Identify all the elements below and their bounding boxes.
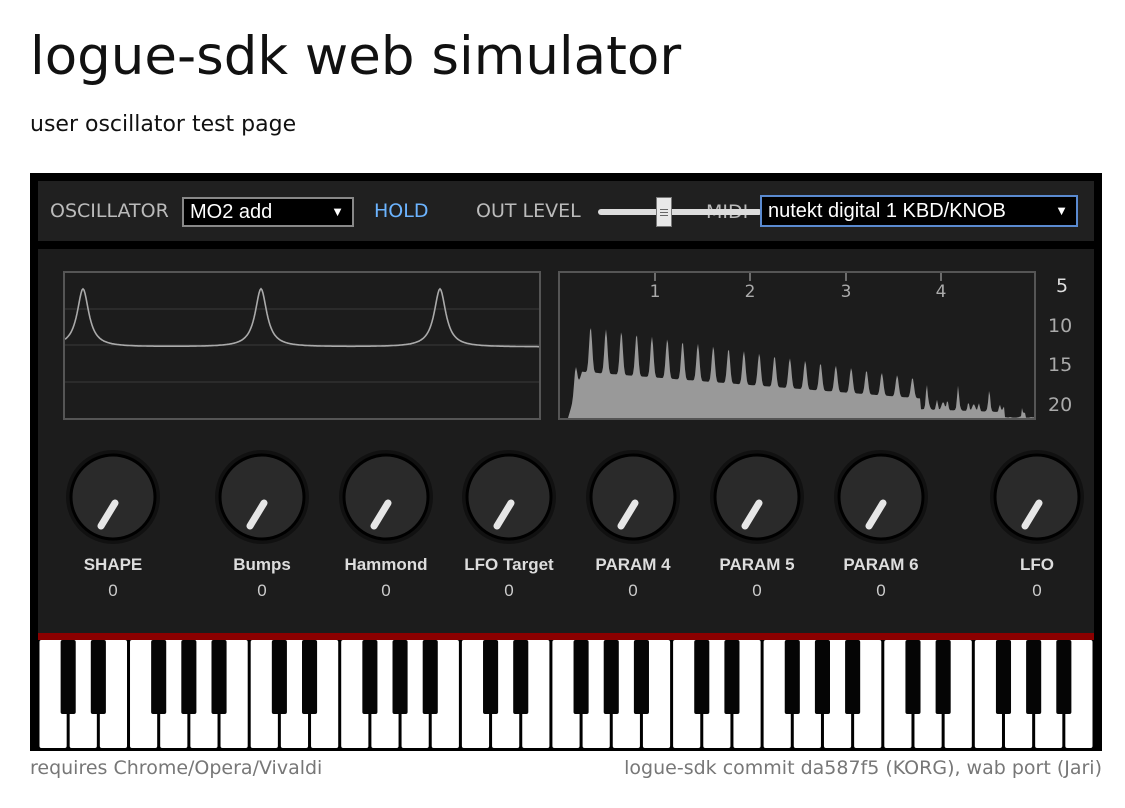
knob-label: LFO Target — [464, 555, 554, 574]
black-key[interactable] — [814, 640, 830, 714]
midi-select[interactable]: nutekt digital 1 KBD/KNOB ▼ — [760, 195, 1078, 227]
black-key[interactable] — [1026, 640, 1042, 714]
keyboard-top-bar — [38, 633, 1094, 640]
black-key[interactable] — [935, 640, 951, 714]
knob-value: 0 — [381, 581, 391, 600]
oscillator-label: OSCILLATOR — [50, 200, 169, 222]
knob-value: 0 — [257, 581, 267, 600]
spectrum-y-tick: 5 — [1056, 275, 1069, 297]
out-level-slider-thumb[interactable] — [655, 197, 672, 227]
knob-param-6[interactable]: PARAM 6 0 — [821, 449, 941, 601]
synth-panel: OSCILLATOR MO2 add ▼ HOLD OUT LEVEL MIDI… — [30, 173, 1102, 751]
midi-select-value: nutekt digital 1 KBD/KNOB — [768, 200, 1006, 222]
page-subtitle: user oscillator test page — [30, 112, 297, 137]
black-key[interactable] — [181, 640, 197, 714]
black-key[interactable] — [845, 640, 861, 714]
black-key[interactable] — [784, 640, 800, 714]
knob-label: PARAM 4 — [595, 555, 671, 574]
spectrum-y-tick: 15 — [1048, 354, 1073, 376]
knob-param-4[interactable]: PARAM 4 0 — [573, 449, 693, 601]
black-key[interactable] — [694, 640, 710, 714]
knob-value: 0 — [504, 581, 514, 600]
waveform-graph — [64, 287, 539, 383]
knob-dial[interactable] — [461, 449, 557, 545]
black-key[interactable] — [392, 640, 408, 714]
black-key[interactable] — [483, 640, 499, 714]
chevron-down-icon: ▼ — [331, 204, 344, 219]
black-key[interactable] — [905, 640, 921, 714]
oscillator-select[interactable]: MO2 add ▼ — [182, 197, 354, 227]
black-key[interactable] — [724, 640, 740, 714]
oscillator-select-value: MO2 add — [190, 201, 273, 223]
spectrum-display: 1 2 3 4 — [558, 271, 1036, 420]
knob-lfo-target[interactable]: LFO Target 0 — [449, 449, 569, 601]
black-key[interactable] — [90, 640, 106, 714]
spectrum-trace — [560, 328, 1034, 418]
knob-param-5[interactable]: PARAM 5 0 — [697, 449, 817, 601]
knob-value: 0 — [108, 581, 118, 600]
spectrum-x-tick: 4 — [936, 282, 947, 302]
knob-lfo[interactable]: LFO 0 — [977, 449, 1097, 601]
black-key[interactable] — [211, 640, 227, 714]
chevron-down-icon: ▼ — [1055, 203, 1068, 218]
knob-dial[interactable] — [65, 449, 161, 545]
waveform-trace — [64, 287, 539, 348]
black-key[interactable] — [603, 640, 619, 714]
footer-browser-note: requires Chrome/Opera/Vivaldi — [30, 757, 323, 779]
knob-label: LFO — [1020, 555, 1054, 574]
piano-keyboard — [38, 640, 1094, 751]
knob-value: 0 — [628, 581, 638, 600]
knob-hammond[interactable]: Hammond 0 — [326, 449, 446, 601]
spectrum-graph: 1 2 3 4 — [560, 273, 1034, 418]
out-level-label: OUT LEVEL — [476, 200, 581, 222]
spectrum-y-tick: 10 — [1048, 315, 1073, 337]
knob-bumps[interactable]: Bumps 0 — [202, 449, 322, 601]
page-title: logue-sdk web simulator — [30, 26, 682, 87]
black-key[interactable] — [633, 640, 649, 714]
knob-dial[interactable] — [833, 449, 929, 545]
knob-value: 0 — [876, 581, 886, 600]
spectrum-x-tick: 1 — [650, 282, 661, 302]
black-key[interactable] — [513, 640, 529, 714]
footer-credits: logue-sdk commit da587f5 (KORG), wab por… — [624, 757, 1102, 779]
black-key[interactable] — [362, 640, 378, 714]
knob-label: PARAM 6 — [843, 555, 919, 574]
black-key[interactable] — [995, 640, 1012, 714]
knob-value: 0 — [752, 581, 762, 600]
knob-shape[interactable]: SHAPE 0 — [53, 449, 173, 601]
black-key[interactable] — [422, 640, 438, 714]
out-level-slider-track[interactable] — [598, 209, 762, 215]
knob-dial[interactable] — [585, 449, 681, 545]
waveform-display — [63, 271, 541, 420]
black-key[interactable] — [60, 640, 76, 714]
knob-dial[interactable] — [709, 449, 805, 545]
knob-value: 0 — [1032, 581, 1042, 600]
hold-button[interactable]: HOLD — [374, 202, 428, 221]
knob-label: Bumps — [233, 555, 291, 574]
black-key[interactable] — [1056, 640, 1072, 714]
black-key[interactable] — [573, 640, 589, 714]
knob-label: SHAPE — [83, 555, 143, 574]
spectrum-y-tick: 20 — [1048, 394, 1073, 416]
top-bar: OSCILLATOR MO2 add ▼ HOLD OUT LEVEL MIDI… — [38, 181, 1094, 241]
controls-panel: 1234 5 10 15 20 SHAPE 0 Bumps 0 Hammond 0 LFO … — [38, 249, 1094, 633]
knob-dial[interactable] — [989, 449, 1085, 545]
knob-dial[interactable] — [338, 449, 434, 545]
black-key[interactable] — [302, 640, 318, 714]
black-key[interactable] — [271, 640, 287, 714]
spectrum-x-tick: 3 — [841, 282, 852, 302]
black-key[interactable] — [151, 640, 167, 714]
knob-label: Hammond — [344, 555, 428, 574]
knob-label: PARAM 5 — [719, 555, 795, 574]
knob-dial[interactable] — [214, 449, 310, 545]
spectrum-x-tick: 2 — [745, 282, 756, 302]
